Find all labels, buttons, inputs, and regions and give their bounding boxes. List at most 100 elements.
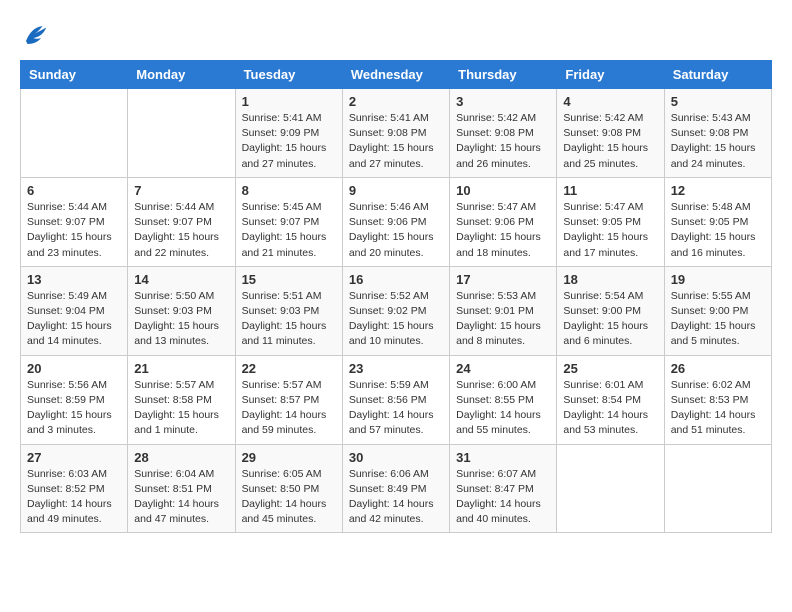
day-number: 27 bbox=[27, 450, 121, 465]
calendar-cell: 22Sunrise: 5:57 AM Sunset: 8:57 PM Dayli… bbox=[235, 355, 342, 444]
calendar-cell: 19 Sunrise: 5:55 AM Sunset: 9:00 PM Dayli… bbox=[664, 266, 771, 355]
day-info: Sunrise: 5:53 AM Sunset: 9:01 PM Dayligh… bbox=[456, 289, 550, 350]
day-info: Sunrise: 5:44 AM Sunset: 9:07 PM Dayligh… bbox=[27, 200, 121, 261]
day-number: 20 bbox=[27, 361, 121, 376]
day-number: 24 bbox=[456, 361, 550, 376]
day-number: 3 bbox=[456, 94, 550, 109]
calendar-cell: 1 Sunrise: 5:41 AM Sunset: 9:09 PM Daylig… bbox=[235, 89, 342, 178]
weekday-header: Thursday bbox=[450, 61, 557, 89]
calendar-week-row: 27 Sunrise: 6:03 AM Sunset: 8:52 PM Dayli… bbox=[21, 444, 772, 533]
calendar-week-row: 1 Sunrise: 5:41 AM Sunset: 9:09 PM Daylig… bbox=[21, 89, 772, 178]
calendar-cell bbox=[21, 89, 128, 178]
calendar-cell: 16 Sunrise: 5:52 AM Sunset: 9:02 PM Dayli… bbox=[342, 266, 449, 355]
calendar-cell: 14 Sunrise: 5:50 AM Sunset: 9:03 PM Dayli… bbox=[128, 266, 235, 355]
day-info: Sunrise: 5:52 AM Sunset: 9:02 PM Dayligh… bbox=[349, 289, 443, 350]
calendar-cell: 2 Sunrise: 5:41 AM Sunset: 9:08 PM Daylig… bbox=[342, 89, 449, 178]
day-number: 25 bbox=[563, 361, 657, 376]
calendar-cell: 23Sunrise: 5:59 AM Sunset: 8:56 PM Dayli… bbox=[342, 355, 449, 444]
weekday-header: Tuesday bbox=[235, 61, 342, 89]
weekday-header: Wednesday bbox=[342, 61, 449, 89]
day-info: Sunrise: 5:56 AM Sunset: 8:59 PM Dayligh… bbox=[27, 378, 121, 439]
day-number: 29 bbox=[242, 450, 336, 465]
calendar-cell: 8Sunrise: 5:45 AM Sunset: 9:07 PM Daylig… bbox=[235, 177, 342, 266]
logo-icon bbox=[20, 20, 50, 50]
calendar-header-row: SundayMondayTuesdayWednesdayThursdayFrid… bbox=[21, 61, 772, 89]
weekday-header: Friday bbox=[557, 61, 664, 89]
calendar-week-row: 13Sunrise: 5:49 AM Sunset: 9:04 PM Dayli… bbox=[21, 266, 772, 355]
day-number: 18 bbox=[563, 272, 657, 287]
calendar-cell: 30Sunrise: 6:06 AM Sunset: 8:49 PM Dayli… bbox=[342, 444, 449, 533]
day-info: Sunrise: 6:05 AM Sunset: 8:50 PM Dayligh… bbox=[242, 467, 336, 528]
calendar-table: SundayMondayTuesdayWednesdayThursdayFrid… bbox=[20, 60, 772, 533]
day-number: 21 bbox=[134, 361, 228, 376]
calendar-cell: 6 Sunrise: 5:44 AM Sunset: 9:07 PM Daylig… bbox=[21, 177, 128, 266]
calendar-cell: 18 Sunrise: 5:54 AM Sunset: 9:00 PM Dayli… bbox=[557, 266, 664, 355]
day-info: Sunrise: 6:01 AM Sunset: 8:54 PM Dayligh… bbox=[563, 378, 657, 439]
day-number: 8 bbox=[242, 183, 336, 198]
day-number: 1 bbox=[242, 94, 336, 109]
calendar-cell: 7 Sunrise: 5:44 AM Sunset: 9:07 PM Daylig… bbox=[128, 177, 235, 266]
day-info: Sunrise: 5:46 AM Sunset: 9:06 PM Dayligh… bbox=[349, 200, 443, 261]
day-info: Sunrise: 5:47 AM Sunset: 9:06 PM Dayligh… bbox=[456, 200, 550, 261]
day-info: Sunrise: 5:57 AM Sunset: 8:57 PM Dayligh… bbox=[242, 378, 336, 439]
calendar-cell: 4 Sunrise: 5:42 AM Sunset: 9:08 PM Daylig… bbox=[557, 89, 664, 178]
calendar-cell bbox=[128, 89, 235, 178]
day-number: 5 bbox=[671, 94, 765, 109]
calendar-week-row: 6 Sunrise: 5:44 AM Sunset: 9:07 PM Daylig… bbox=[21, 177, 772, 266]
day-number: 23 bbox=[349, 361, 443, 376]
calendar-cell: 31 Sunrise: 6:07 AM Sunset: 8:47 PM Dayli… bbox=[450, 444, 557, 533]
day-number: 7 bbox=[134, 183, 228, 198]
day-number: 9 bbox=[349, 183, 443, 198]
day-number: 16 bbox=[349, 272, 443, 287]
calendar-cell: 10Sunrise: 5:47 AM Sunset: 9:06 PM Dayli… bbox=[450, 177, 557, 266]
day-number: 12 bbox=[671, 183, 765, 198]
day-number: 17 bbox=[456, 272, 550, 287]
day-info: Sunrise: 5:42 AM Sunset: 9:08 PM Dayligh… bbox=[456, 111, 550, 172]
calendar-cell: 27 Sunrise: 6:03 AM Sunset: 8:52 PM Dayli… bbox=[21, 444, 128, 533]
day-info: Sunrise: 6:03 AM Sunset: 8:52 PM Dayligh… bbox=[27, 467, 121, 528]
day-info: Sunrise: 5:50 AM Sunset: 9:03 PM Dayligh… bbox=[134, 289, 228, 350]
day-info: Sunrise: 5:44 AM Sunset: 9:07 PM Dayligh… bbox=[134, 200, 228, 261]
day-info: Sunrise: 5:42 AM Sunset: 9:08 PM Dayligh… bbox=[563, 111, 657, 172]
calendar-cell: 17 Sunrise: 5:53 AM Sunset: 9:01 PM Dayli… bbox=[450, 266, 557, 355]
day-info: Sunrise: 6:04 AM Sunset: 8:51 PM Dayligh… bbox=[134, 467, 228, 528]
calendar-cell: 9 Sunrise: 5:46 AM Sunset: 9:06 PM Daylig… bbox=[342, 177, 449, 266]
day-info: Sunrise: 5:43 AM Sunset: 9:08 PM Dayligh… bbox=[671, 111, 765, 172]
day-number: 2 bbox=[349, 94, 443, 109]
day-number: 28 bbox=[134, 450, 228, 465]
day-number: 19 bbox=[671, 272, 765, 287]
day-info: Sunrise: 5:41 AM Sunset: 9:09 PM Dayligh… bbox=[242, 111, 336, 172]
day-info: Sunrise: 5:47 AM Sunset: 9:05 PM Dayligh… bbox=[563, 200, 657, 261]
calendar-cell: 29 Sunrise: 6:05 AM Sunset: 8:50 PM Dayli… bbox=[235, 444, 342, 533]
page-header bbox=[20, 20, 772, 50]
calendar-week-row: 20 Sunrise: 5:56 AM Sunset: 8:59 PM Dayli… bbox=[21, 355, 772, 444]
calendar-cell: 28 Sunrise: 6:04 AM Sunset: 8:51 PM Dayli… bbox=[128, 444, 235, 533]
day-number: 31 bbox=[456, 450, 550, 465]
day-number: 13 bbox=[27, 272, 121, 287]
day-info: Sunrise: 6:00 AM Sunset: 8:55 PM Dayligh… bbox=[456, 378, 550, 439]
day-info: Sunrise: 5:41 AM Sunset: 9:08 PM Dayligh… bbox=[349, 111, 443, 172]
day-number: 14 bbox=[134, 272, 228, 287]
calendar-cell: 21Sunrise: 5:57 AM Sunset: 8:58 PM Dayli… bbox=[128, 355, 235, 444]
day-number: 6 bbox=[27, 183, 121, 198]
day-number: 15 bbox=[242, 272, 336, 287]
calendar-cell: 3 Sunrise: 5:42 AM Sunset: 9:08 PM Daylig… bbox=[450, 89, 557, 178]
day-number: 26 bbox=[671, 361, 765, 376]
calendar-cell: 24 Sunrise: 6:00 AM Sunset: 8:55 PM Dayli… bbox=[450, 355, 557, 444]
calendar-cell: 5 Sunrise: 5:43 AM Sunset: 9:08 PM Daylig… bbox=[664, 89, 771, 178]
day-info: Sunrise: 6:07 AM Sunset: 8:47 PM Dayligh… bbox=[456, 467, 550, 528]
weekday-header: Monday bbox=[128, 61, 235, 89]
weekday-header: Sunday bbox=[21, 61, 128, 89]
day-info: Sunrise: 5:48 AM Sunset: 9:05 PM Dayligh… bbox=[671, 200, 765, 261]
day-number: 11 bbox=[563, 183, 657, 198]
calendar-cell: 12 Sunrise: 5:48 AM Sunset: 9:05 PM Dayli… bbox=[664, 177, 771, 266]
calendar-cell: 15Sunrise: 5:51 AM Sunset: 9:03 PM Dayli… bbox=[235, 266, 342, 355]
day-info: Sunrise: 5:54 AM Sunset: 9:00 PM Dayligh… bbox=[563, 289, 657, 350]
calendar-cell bbox=[664, 444, 771, 533]
logo bbox=[20, 20, 54, 50]
day-info: Sunrise: 5:55 AM Sunset: 9:00 PM Dayligh… bbox=[671, 289, 765, 350]
calendar-cell: 25 Sunrise: 6:01 AM Sunset: 8:54 PM Dayli… bbox=[557, 355, 664, 444]
day-number: 4 bbox=[563, 94, 657, 109]
day-info: Sunrise: 6:06 AM Sunset: 8:49 PM Dayligh… bbox=[349, 467, 443, 528]
calendar-cell: 26Sunrise: 6:02 AM Sunset: 8:53 PM Dayli… bbox=[664, 355, 771, 444]
